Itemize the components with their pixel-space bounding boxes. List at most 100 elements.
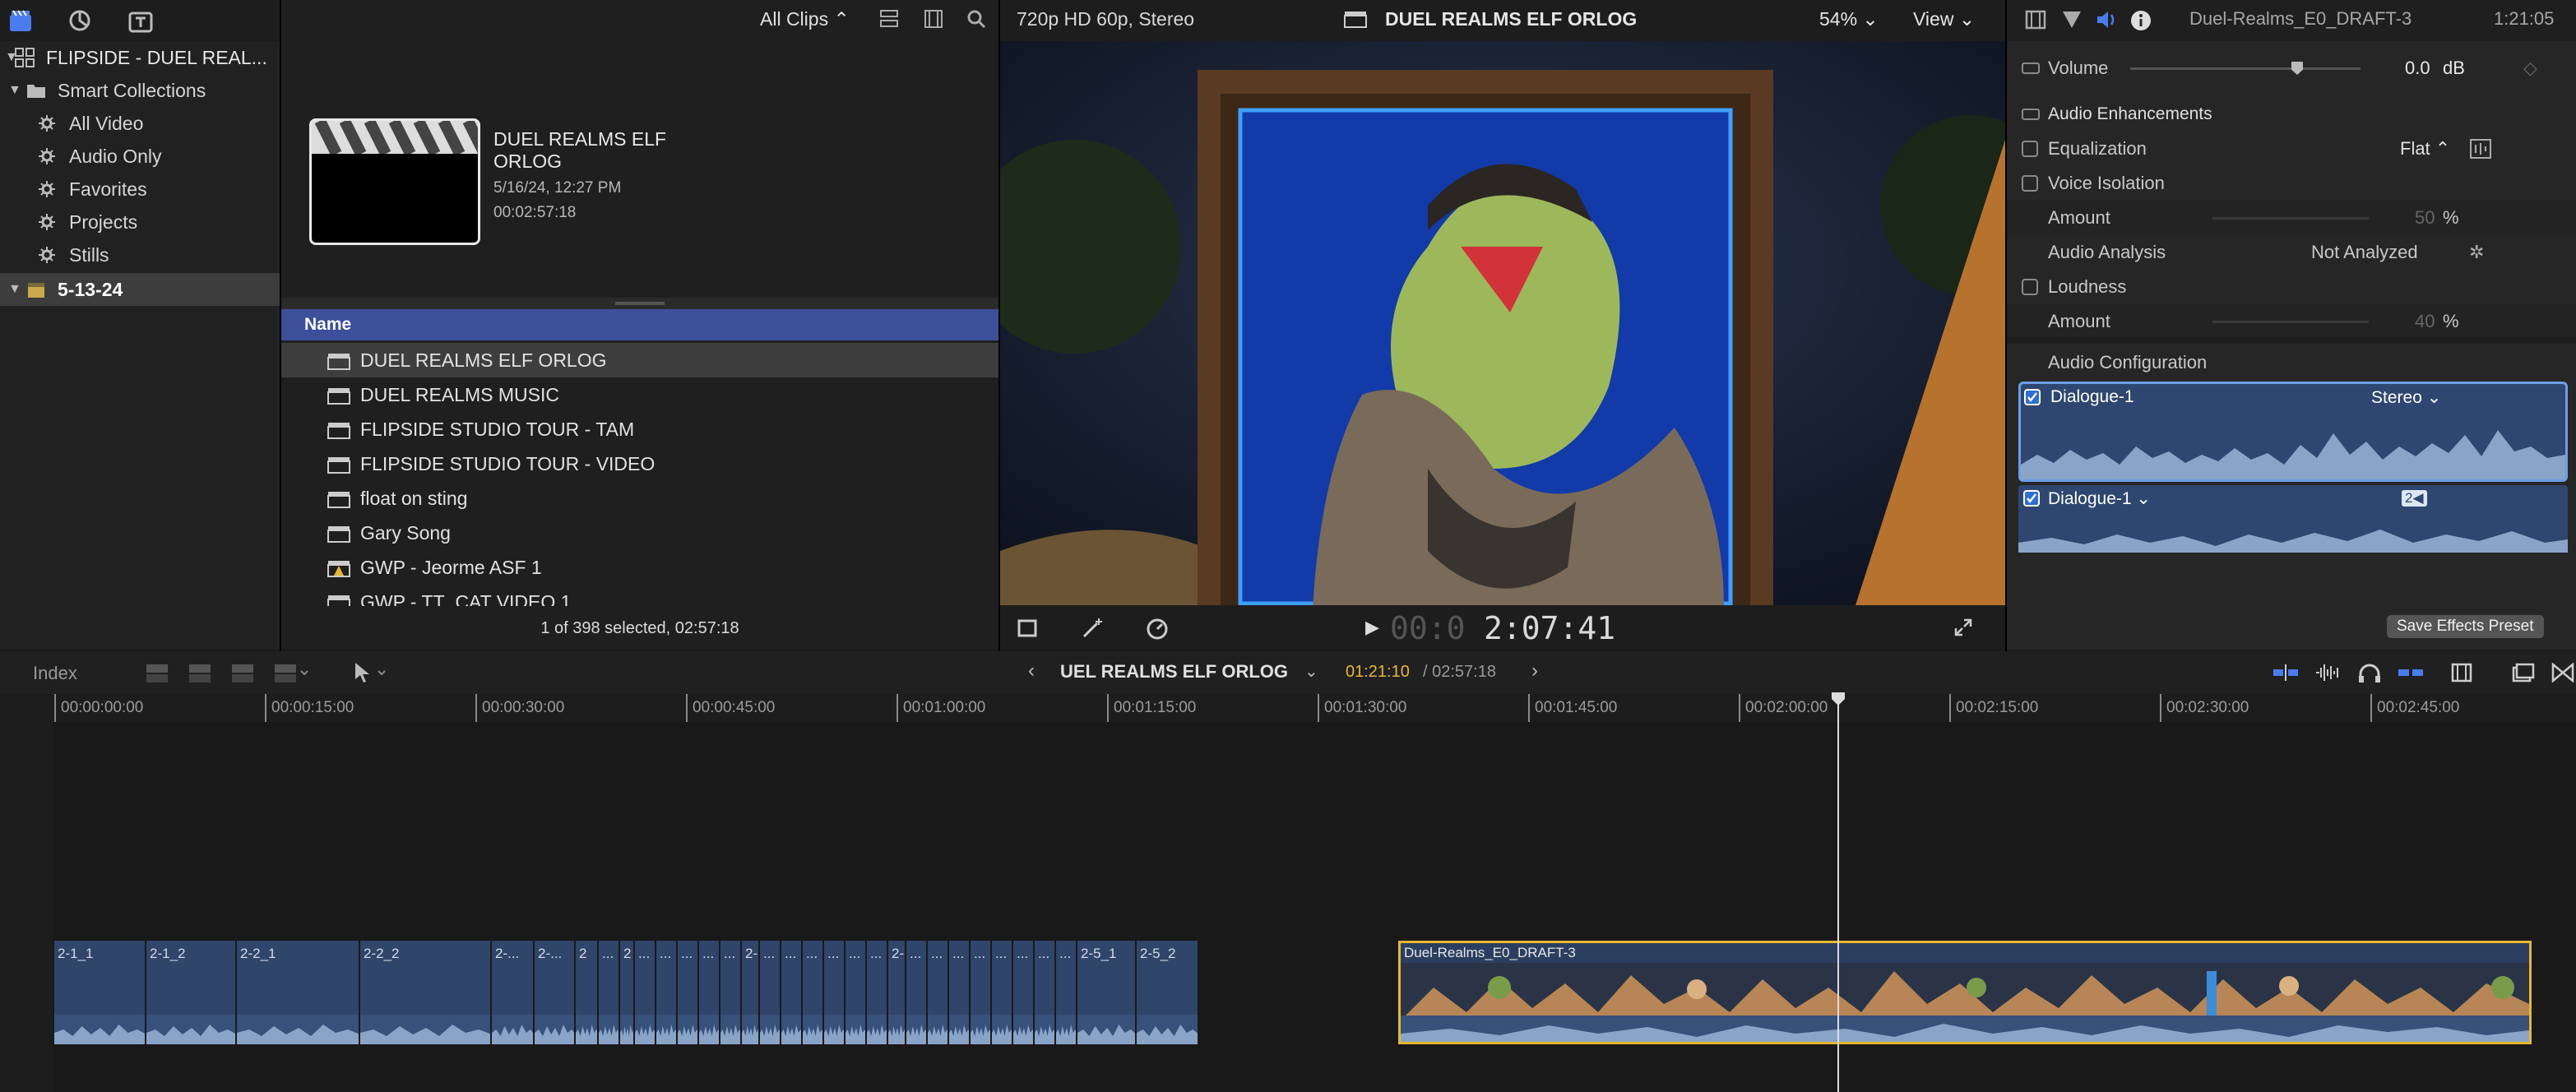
titles-icon[interactable]	[128, 8, 153, 33]
effects-browser-icon[interactable]	[2512, 663, 2535, 682]
keyframe-icon[interactable]: ◇	[2523, 51, 2537, 86]
timeline-clip[interactable]: ...	[599, 941, 620, 1044]
speed-icon[interactable]	[1145, 617, 1170, 640]
list-item[interactable]: GWP - Jeorme ASF 1	[281, 550, 998, 585]
timeline-clip[interactable]: 2-2_1	[237, 941, 360, 1044]
smart-collections-folder[interactable]: ▼ Smart Collections	[0, 74, 280, 107]
loudness-amount-slider[interactable]	[2212, 321, 2369, 323]
voice-isolation-checkbox[interactable]	[2022, 175, 2038, 192]
connect-clip-icon[interactable]	[145, 663, 169, 684]
info-icon[interactable]	[2130, 10, 2152, 31]
library-icon[interactable]	[8, 8, 33, 33]
view-menu[interactable]: View ⌄	[1913, 8, 1975, 30]
timeline-clip[interactable]: ...	[846, 941, 867, 1044]
timeline-clip[interactable]: 2-5_1	[1077, 941, 1137, 1044]
volume-toggle-icon[interactable]	[2022, 62, 2040, 74]
timeline-clip[interactable]: ...	[720, 941, 742, 1044]
volume-slider[interactable]	[2130, 62, 2361, 75]
column-header-name[interactable]: Name	[281, 309, 998, 340]
audio-inspector-icon[interactable]	[2096, 10, 2119, 30]
select-tool-icon[interactable]	[352, 661, 388, 684]
timeline-ruler[interactable]: 00:00:00:00 00:00:15:00 00:00:30:00 00:0…	[0, 694, 2576, 722]
channel-2-popup[interactable]: Dialogue-1 ⌄	[2048, 488, 2151, 509]
clip-appearance-icon[interactable]	[878, 8, 900, 30]
enhance-wand-icon[interactable]	[1081, 617, 1105, 640]
timeline-clip[interactable]: ...	[824, 941, 846, 1044]
clip-appearance-icon[interactable]	[2451, 663, 2472, 682]
overwrite-clip-icon[interactable]	[273, 663, 309, 684]
vi-amount-slider[interactable]	[2212, 217, 2369, 220]
timeline-clip[interactable]: 2-5_2	[1137, 941, 1199, 1044]
project-name[interactable]: DUEL REALMS ELF ORLOG	[1061, 661, 1288, 682]
filter-popup[interactable]: All Clips ⌃	[760, 8, 850, 30]
sidebar-item-projects[interactable]: Projects	[0, 206, 280, 238]
loudness-checkbox[interactable]	[2022, 279, 2038, 295]
play-button[interactable]: ▶	[1365, 617, 1379, 638]
timeline-clip[interactable]: ...	[928, 941, 949, 1044]
channel-1-mode-popup[interactable]: Stereo ⌄	[2371, 387, 2441, 408]
timeline-clip[interactable]: ...	[678, 941, 699, 1044]
timeline-clip[interactable]: ...	[906, 941, 928, 1044]
compound-clip[interactable]: Duel-Realms_E0_DRAFT-3	[1398, 941, 2532, 1044]
history-back-button[interactable]: ‹	[1028, 659, 1035, 682]
timeline-clip[interactable]: ...	[656, 941, 678, 1044]
sidebar-item-audio-only[interactable]: Audio Only	[0, 140, 280, 173]
timeline-clip[interactable]: 2-1_1	[54, 941, 146, 1044]
timeline-clip[interactable]: 2	[576, 941, 599, 1044]
audio-skimming-icon[interactable]	[2314, 663, 2342, 682]
filmstrip-icon[interactable]	[923, 8, 944, 30]
clip-skimming-icon[interactable]	[2272, 663, 2300, 682]
save-effects-preset-button[interactable]: Save Effects Preset	[2387, 615, 2544, 638]
list-item[interactable]: FLIPSIDE STUDIO TOUR - TAM	[281, 412, 998, 447]
crop-icon[interactable]	[1015, 617, 1040, 640]
inspector-splitter[interactable]	[2007, 337, 2576, 344]
list-item[interactable]: DUEL REALMS ELF ORLOG	[281, 343, 998, 377]
audio-channel-2[interactable]: Dialogue-1 ⌄ 2◀	[2018, 485, 2568, 553]
enhancements-toggle-icon[interactable]	[2022, 109, 2040, 120]
timeline-clip[interactable]: 2-	[742, 941, 760, 1044]
timeline[interactable]: 2-1_1 2-1_2 2-2_1 2-2_2 2-... 2-... 2... 2.....…	[0, 692, 2576, 1092]
timeline-clip[interactable]: 2-	[888, 941, 906, 1044]
timeline-clip[interactable]: ...	[949, 941, 971, 1044]
timeline-clip[interactable]: ...	[971, 941, 992, 1044]
video-inspector-icon[interactable]	[2025, 10, 2046, 30]
timeline-clip[interactable]: ...	[1056, 941, 1077, 1044]
library-item[interactable]: ▼ FLIPSIDE - DUEL REAL...	[0, 41, 280, 74]
list-item[interactable]: DUEL REALMS MUSIC	[281, 377, 998, 412]
timeline-clip[interactable]: ...	[635, 941, 656, 1044]
channel-1-checkbox[interactable]	[2024, 389, 2041, 405]
append-clip-icon[interactable]	[230, 663, 255, 684]
timeline-clip[interactable]: ...	[760, 941, 781, 1044]
timeline-clip[interactable]: 2-1_2	[146, 941, 237, 1044]
browser-splitter[interactable]	[281, 298, 998, 309]
sidebar-item-all-video[interactable]: All Video	[0, 107, 280, 140]
sidebar-item-event-5-13-24[interactable]: ▼ 5-13-24	[0, 273, 280, 306]
timeline-clip[interactable]: 2-2_2	[360, 941, 492, 1044]
timeline-clip[interactable]: ...	[992, 941, 1013, 1044]
volume-value[interactable]: 0.0	[2405, 51, 2430, 86]
timeline-clip[interactable]: 2-...	[535, 941, 576, 1044]
transitions-browser-icon[interactable]	[2551, 663, 2574, 682]
color-inspector-icon[interactable]	[2061, 10, 2083, 30]
zoom-popup[interactable]: 54% ⌄	[1819, 8, 1879, 30]
list-item[interactable]: float on sting	[281, 481, 998, 516]
index-button[interactable]: Index	[33, 663, 77, 684]
eq-settings-icon[interactable]	[2469, 138, 2492, 160]
timeline-clip[interactable]: 2	[620, 941, 635, 1044]
list-item[interactable]: Gary Song	[281, 516, 998, 550]
playhead[interactable]	[1837, 694, 1839, 1092]
timeline-clip[interactable]: ...	[699, 941, 720, 1044]
history-forward-button[interactable]: ›	[1531, 659, 1538, 682]
timeline-clip[interactable]: ...	[1013, 941, 1035, 1044]
list-item[interactable]: GWP - TT_CAT VIDEO 1	[281, 585, 998, 606]
timeline-clip[interactable]: ...	[867, 941, 888, 1044]
timeline-clip[interactable]: 2-...	[492, 941, 535, 1044]
insert-clip-icon[interactable]	[188, 663, 212, 684]
eq-popup[interactable]: Flat ⌃	[2400, 132, 2450, 166]
solo-headphones-icon[interactable]	[2357, 663, 2382, 684]
video-frame[interactable]	[1000, 41, 2005, 605]
timeline-clip[interactable]: ...	[803, 941, 824, 1044]
project-menu-chevron[interactable]: ⌄	[1304, 661, 1318, 682]
sidebar-item-favorites[interactable]: Favorites	[0, 173, 280, 206]
sidebar-item-stills[interactable]: Stills	[0, 238, 280, 271]
